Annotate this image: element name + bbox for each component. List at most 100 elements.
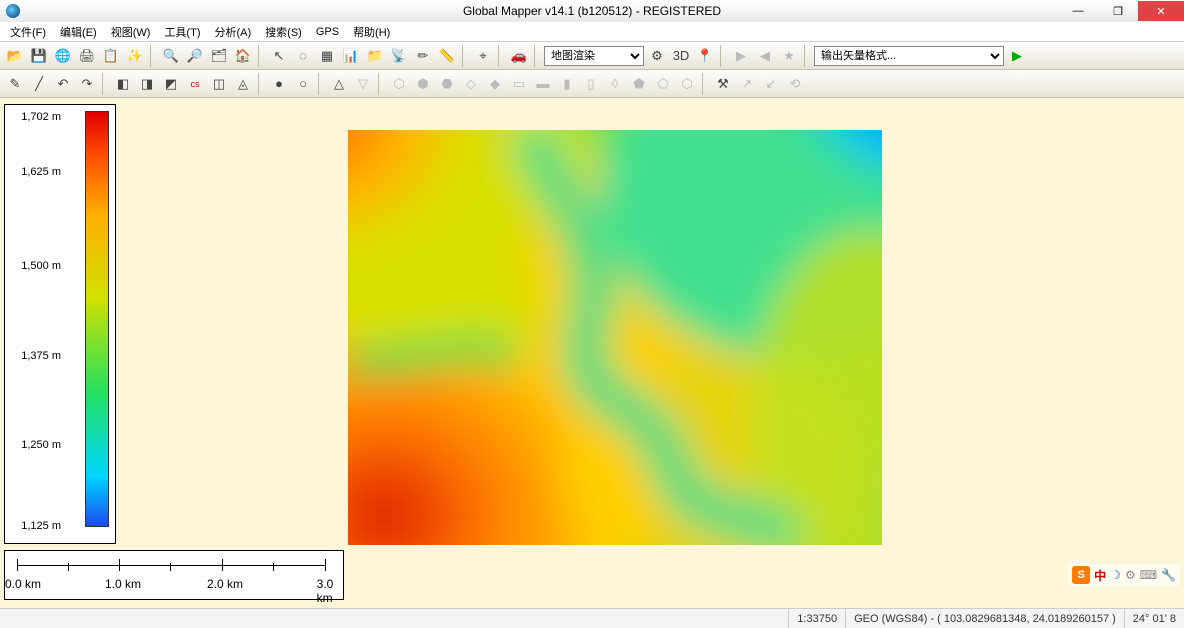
play-back-icon[interactable]: ◀ — [754, 45, 776, 67]
shape-g14-icon[interactable]: ⬠ — [652, 73, 674, 95]
open-icon[interactable]: 📂 — [4, 45, 26, 67]
pin-icon[interactable]: 📍 — [694, 45, 716, 67]
dem-raster[interactable] — [348, 130, 882, 545]
select-icon[interactable]: ↖ — [268, 45, 290, 67]
menubar: 文件(F) 编辑(E) 视图(W) 工具(T) 分析(A) 搜索(S) GPS … — [0, 22, 1184, 42]
tool-d2-icon[interactable]: ◨ — [136, 73, 158, 95]
menu-help[interactable]: 帮助(H) — [347, 22, 396, 42]
zoom-out-icon[interactable]: 🔎 — [184, 45, 206, 67]
legend-label: 1,250 m — [21, 439, 61, 451]
maximize-button[interactable]: ❐ — [1098, 1, 1138, 21]
export-format-dropdown[interactable]: 输出矢量格式... — [814, 46, 1004, 66]
tool-d1-icon[interactable]: ◧ — [112, 73, 134, 95]
pencil-icon[interactable]: ✏ — [412, 45, 434, 67]
window-title: Global Mapper v14.1 (b120512) - REGISTER… — [463, 4, 721, 18]
window-controls: — ❐ ✕ — [1058, 1, 1184, 21]
ime-settings-icon[interactable]: ⚙ — [1125, 568, 1136, 582]
tool-d6-icon[interactable]: ◬ — [232, 73, 254, 95]
arrow-ne-icon[interactable]: ↗ — [736, 73, 758, 95]
menu-edit[interactable]: 编辑(E) — [54, 22, 103, 42]
menu-analysis[interactable]: 分析(A) — [208, 22, 257, 42]
shape-g10-icon[interactable]: ▮ — [556, 73, 578, 95]
legend-color-bar — [85, 111, 109, 527]
edit1-icon[interactable]: △ — [328, 73, 350, 95]
menu-tools[interactable]: 工具(T) — [158, 22, 206, 42]
refresh-icon[interactable]: ⟲ — [784, 73, 806, 95]
legend-label: 1,375 m — [21, 350, 61, 362]
shape-g11-icon[interactable]: ▯ — [580, 73, 602, 95]
close-button[interactable]: ✕ — [1138, 1, 1184, 21]
shape-g15-icon[interactable]: ⬡ — [676, 73, 698, 95]
zoom-in-icon[interactable]: 🔍 — [160, 45, 182, 67]
print-icon[interactable]: 🖨 — [76, 45, 98, 67]
edit2-icon[interactable]: ▽ — [352, 73, 374, 95]
ime-tool-icon[interactable]: 🔧 — [1161, 568, 1176, 582]
shape-g12-icon[interactable]: ◊ — [604, 73, 626, 95]
layers-icon[interactable]: 🗂 — [208, 45, 230, 67]
menu-view[interactable]: 视图(W) — [105, 22, 157, 42]
titlebar: Global Mapper v14.1 (b120512) - REGISTER… — [0, 0, 1184, 22]
lasso-icon[interactable]: ◌ — [292, 45, 314, 67]
redo-icon[interactable]: ↷ — [76, 73, 98, 95]
chart-icon[interactable]: 📊 — [340, 45, 362, 67]
play-fwd-icon[interactable]: ▶ — [730, 45, 752, 67]
folder-icon[interactable]: 📁 — [364, 45, 386, 67]
ruler-icon[interactable]: 📏 — [436, 45, 458, 67]
toolbar-row-2: ✎ ╱ ↶ ↷ ◧ ◨ ◩ cs ◫ ◬ ● ○ △ ▽ ⬡ ⬢ ⬣ ◇ ◆ ▭… — [0, 70, 1184, 98]
scalebar-label: 1.0 km — [105, 577, 141, 591]
legend-label: 1,125 m — [21, 520, 61, 532]
map-area: 1,702 m 1,625 m 1,500 m 1,375 m 1,250 m … — [0, 98, 1184, 608]
shape-g13-icon[interactable]: ⬟ — [628, 73, 650, 95]
legend-labels: 1,702 m 1,625 m 1,500 m 1,375 m 1,250 m … — [9, 111, 65, 537]
shape-g6-icon[interactable]: ◇ — [460, 73, 482, 95]
star-icon[interactable]: ★ — [778, 45, 800, 67]
elevation-legend: 1,702 m 1,625 m 1,500 m 1,375 m 1,250 m … — [4, 104, 116, 544]
tower-icon[interactable]: 📡 — [388, 45, 410, 67]
compass-icon[interactable]: ⌖ — [472, 45, 494, 67]
gear-icon[interactable]: ⚙ — [646, 45, 668, 67]
undo-icon[interactable]: ↶ — [52, 73, 74, 95]
statusbar: 1:33750 GEO (WGS84) - ( 103.0829681348, … — [0, 608, 1184, 628]
ime-moon-icon[interactable]: ☽ — [1110, 568, 1121, 582]
toolbar-row-1: 📂 💾 🌐 🖨 📋 ✨ 🔍 🔎 🗂 🏠 ↖ ◌ ▦ 📊 📁 📡 ✏ 📏 ⌖ 🚗 … — [0, 42, 1184, 70]
run-icon[interactable]: ▶ — [1006, 45, 1028, 67]
shape-g3-icon[interactable]: ⬡ — [388, 73, 410, 95]
draw-pen-icon[interactable]: ✎ — [4, 73, 26, 95]
ime-tray: S 中 ☽ ⚙ ⌨ 🔧 — [1068, 564, 1180, 586]
status-scale: 1:33750 — [788, 609, 845, 628]
view3d-icon[interactable]: 3D — [670, 45, 692, 67]
car-icon[interactable]: 🚗 — [508, 45, 530, 67]
shape-g4-icon[interactable]: ⬢ — [412, 73, 434, 95]
grid-icon[interactable]: ▦ — [316, 45, 338, 67]
scalebar-label: 0.0 km — [5, 577, 41, 591]
menu-gps[interactable]: GPS — [310, 24, 345, 40]
shape-g8-icon[interactable]: ▭ — [508, 73, 530, 95]
point1-icon[interactable]: ● — [268, 73, 290, 95]
ime-keyboard-icon[interactable]: ⌨ — [1140, 568, 1157, 582]
arrow-sw-icon[interactable]: ↙ — [760, 73, 782, 95]
shape-g7-icon[interactable]: ◆ — [484, 73, 506, 95]
tool-d3-icon[interactable]: ◩ — [160, 73, 182, 95]
save-icon[interactable]: 💾 — [28, 45, 50, 67]
csdn-icon[interactable]: cs — [184, 73, 206, 95]
home-icon[interactable]: 🏠 — [232, 45, 254, 67]
scalebar-label: 3.0 km — [317, 577, 334, 605]
shape-g9-icon[interactable]: ▬ — [532, 73, 554, 95]
tool-d5-icon[interactable]: ◫ — [208, 73, 230, 95]
point2-icon[interactable]: ○ — [292, 73, 314, 95]
legend-label: 1,625 m — [21, 166, 61, 178]
minimize-button[interactable]: — — [1058, 1, 1098, 21]
config-icon[interactable]: 📋 — [100, 45, 122, 67]
legend-label: 1,702 m — [21, 111, 61, 123]
render-mode-dropdown[interactable]: 地图渲染 — [544, 46, 644, 66]
shape-g5-icon[interactable]: ⬣ — [436, 73, 458, 95]
ime-lang-label[interactable]: 中 — [1094, 567, 1106, 584]
app-icon — [6, 4, 20, 18]
menu-search[interactable]: 搜索(S) — [259, 22, 308, 42]
effects-icon[interactable]: ✨ — [124, 45, 146, 67]
ime-app-icon[interactable]: S — [1072, 566, 1090, 584]
menu-file[interactable]: 文件(F) — [4, 22, 52, 42]
globe-icon[interactable]: 🌐 — [52, 45, 74, 67]
hammer-icon[interactable]: ⚒ — [712, 73, 734, 95]
draw-line-icon[interactable]: ╱ — [28, 73, 50, 95]
